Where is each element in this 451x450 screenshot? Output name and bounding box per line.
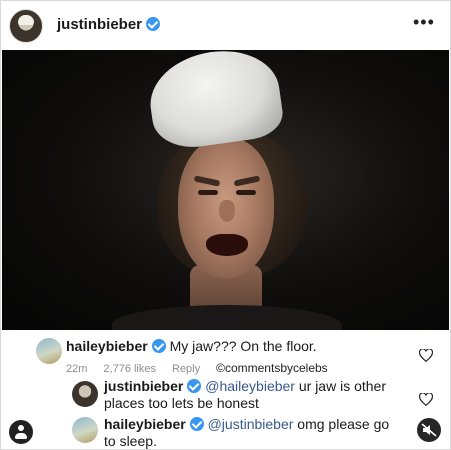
media-eye-right — [236, 190, 256, 195]
commenter-username[interactable]: justinbieber — [104, 378, 183, 394]
media-eye-left — [198, 190, 218, 195]
mention-link[interactable]: @justinbieber — [208, 416, 294, 432]
comment-text: justinbieber @haileybieber ur jaw is oth… — [104, 378, 404, 412]
commenter-username[interactable]: haileybieber — [104, 416, 186, 432]
comment-text: haileybieber My jaw??? On the floor. — [66, 338, 406, 355]
mute-audio-icon[interactable] — [417, 418, 441, 442]
media-nose — [219, 200, 235, 222]
author-username-row: justinbieber — [57, 16, 161, 33]
commenter-avatar[interactable] — [72, 417, 98, 443]
watermark: ©commentsbycelebs — [216, 361, 328, 375]
reply-button[interactable]: Reply — [172, 363, 200, 375]
user-tag-icon[interactable] — [9, 420, 33, 444]
commenter-avatar[interactable] — [72, 381, 98, 407]
comment-likes[interactable]: 2,776 likes — [103, 363, 156, 375]
commenter-avatar[interactable] — [36, 338, 62, 364]
commenter-username[interactable]: haileybieber — [66, 338, 148, 354]
media-mouth — [206, 234, 248, 256]
like-heart-icon[interactable] — [419, 349, 433, 362]
speaker-muted-icon — [421, 423, 437, 437]
comment-meta: 22m 2,776 likes Reply ©commentsbycelebs — [66, 361, 416, 375]
verified-badge-icon — [187, 379, 202, 393]
comment-time: 22m — [66, 363, 88, 375]
comment-body: My jaw??? On the floor. — [169, 338, 317, 354]
more-options-icon[interactable]: ••• — [413, 13, 435, 31]
author-username[interactable]: justinbieber — [57, 16, 142, 33]
verified-badge-icon — [189, 417, 204, 431]
mention-link[interactable]: @haileybieber — [205, 378, 295, 394]
post-header: justinbieber ••• — [0, 0, 451, 50]
like-heart-icon[interactable] — [419, 393, 433, 406]
comment-text: haileybieber @justinbieber omg please go… — [104, 416, 404, 450]
post-media[interactable] — [2, 50, 449, 330]
author-avatar[interactable] — [9, 9, 43, 43]
verified-badge-icon — [146, 17, 161, 31]
verified-badge-icon — [151, 339, 166, 353]
